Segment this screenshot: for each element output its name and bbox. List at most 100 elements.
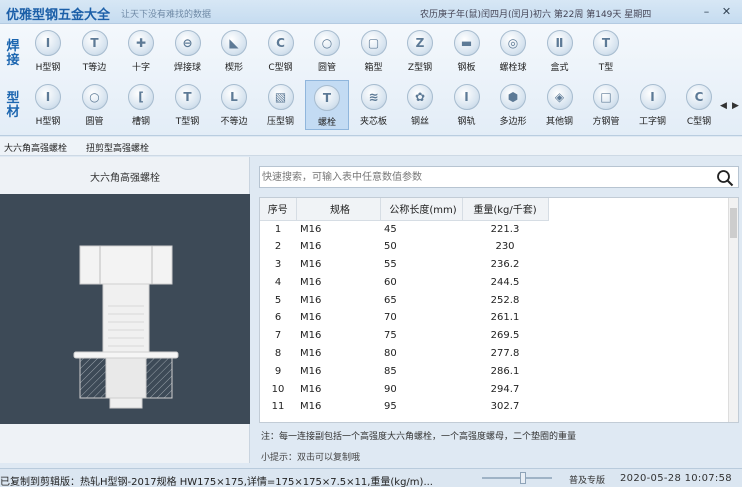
cell-length[interactable]: 45 [380,220,462,238]
cell-index[interactable]: 9 [260,362,296,380]
cell-weight[interactable]: 244.5 [462,273,548,291]
tool-label: T型 [598,63,614,73]
tool-row2-1[interactable]: ○ 圆管 [73,80,117,130]
cell-length[interactable]: 70 [380,309,462,327]
cell-length[interactable]: 85 [380,362,462,380]
cell-index[interactable]: 5 [260,291,296,309]
cell-spec[interactable]: M16 [296,362,380,380]
cell-spec[interactable]: M16 [296,327,380,345]
tool-row1-2[interactable]: ✚ 十字 [119,26,163,76]
cell-weight[interactable]: 277.8 [462,345,548,363]
cell-weight[interactable]: 230 [462,238,548,256]
cell-length[interactable]: 60 [380,273,462,291]
table-row[interactable]: 9 M16 85 286.1 [260,362,548,380]
col-header-spec[interactable]: 规格 [296,198,381,221]
tool-row1-9[interactable]: ▬ 钢板 [445,26,489,76]
tool-row1-4[interactable]: ◣ 楔形 [212,26,256,76]
cell-spec[interactable]: M16 [296,291,380,309]
tool-row2-12[interactable]: □ 方钢管 [584,80,628,130]
cell-length[interactable]: 65 [380,291,462,309]
cell-length[interactable]: 95 [380,398,462,416]
cell-spec[interactable]: M16 [296,398,380,416]
table-row[interactable]: 10 M16 90 294.7 [260,380,548,398]
slider-handle[interactable] [520,472,526,484]
tool-row2-8[interactable]: ✿ 钢丝 [398,80,442,130]
cell-spec[interactable]: M16 [296,256,380,274]
cell-index[interactable]: 11 [260,398,296,416]
tool-row1-6[interactable]: ○ 圆管 [305,26,349,76]
table-row[interactable]: 6 M16 70 261.1 [260,309,548,327]
tool-row1-3[interactable]: ⊖ 焊接球 [166,26,210,76]
cell-length[interactable]: 90 [380,380,462,398]
table-row[interactable]: 3 M16 55 236.2 [260,256,548,274]
cell-index[interactable]: 10 [260,380,296,398]
cell-weight[interactable]: 302.7 [462,398,548,416]
cell-index[interactable]: 1 [260,220,296,238]
table-row[interactable]: 8 M16 80 277.8 [260,345,548,363]
tool-row1-12[interactable]: T T型 [584,26,628,76]
tool-row1-8[interactable]: Z Z型钢 [398,26,442,76]
cell-weight[interactable]: 294.7 [462,380,548,398]
search-icon[interactable] [716,169,734,187]
table-scrollbar[interactable] [728,198,738,422]
table-row[interactable]: 4 M16 60 244.5 [260,273,548,291]
tab-large-hex-bolt[interactable]: 大六角高强螺栓 [4,141,67,154]
cell-weight[interactable]: 236.2 [462,256,548,274]
minimize-button[interactable]: – [699,4,714,19]
tool-row2-14[interactable]: C C型钢 [677,80,721,130]
col-header-index[interactable]: 序号 [260,198,297,221]
tool-row2-2[interactable]: [槽钢 [119,80,163,130]
cell-index[interactable]: 3 [260,256,296,274]
cell-spec[interactable]: M16 [296,309,380,327]
cell-weight[interactable]: 261.1 [462,309,548,327]
cell-spec[interactable]: M16 [296,273,380,291]
cell-length[interactable]: 50 [380,238,462,256]
cell-index[interactable]: 8 [260,345,296,363]
search-input[interactable] [262,169,702,185]
cell-weight[interactable]: 269.5 [462,327,548,345]
cell-index[interactable]: 6 [260,309,296,327]
cell-length[interactable]: 80 [380,345,462,363]
table-row[interactable]: 7 M16 75 269.5 [260,327,548,345]
tool-row1-5[interactable]: C C型钢 [259,26,303,76]
tool-row2-9[interactable]: I 钢轨 [445,80,489,130]
table-row[interactable]: 11 M16 95 302.7 [260,398,548,416]
cell-index[interactable]: 7 [260,327,296,345]
tool-row1-0[interactable]: I H型钢 [26,26,70,76]
cell-spec[interactable]: M16 [296,345,380,363]
tool-row2-3[interactable]: T T型钢 [166,80,210,130]
tool-row2-6[interactable]: T 螺栓 [305,80,349,130]
tool-row1-1[interactable]: T T等边 [73,26,117,76]
cell-length[interactable]: 75 [380,327,462,345]
cell-index[interactable]: 2 [260,238,296,256]
cell-index[interactable]: 4 [260,273,296,291]
table-row[interactable]: 5 M16 65 252.8 [260,291,548,309]
col-header-length[interactable]: 公称长度(mm) [380,198,463,221]
scrollbar-thumb[interactable] [730,208,737,238]
tool-row2-0[interactable]: I H型钢 [26,80,70,130]
close-button[interactable]: ✕ [719,4,734,19]
tool-row1-10[interactable]: ◎ 螺栓球 [491,26,535,76]
tool-row2-5[interactable]: ▧ 压型钢 [259,80,303,130]
tool-row1-7[interactable]: ▢ 箱型 [352,26,396,76]
tool-row2-11[interactable]: ◈ 其他钢 [538,80,582,130]
table-row[interactable]: 1 M16 45 221.3 [260,220,548,238]
col-header-weight[interactable]: 重量(kg/千套) [462,198,549,221]
tool-row1-11[interactable]: Ⅱ 盒式 [538,26,582,76]
cell-length[interactable]: 55 [380,256,462,274]
tool-row2-4[interactable]: L 不等边 [212,80,256,130]
cell-weight[interactable]: 286.1 [462,362,548,380]
tab-torshear-bolt[interactable]: 扭剪型高强螺栓 [86,141,149,154]
tool-row2-7[interactable]: ≋ 夹芯板 [352,80,396,130]
cell-spec[interactable]: M16 [296,238,380,256]
tool-row2-13[interactable]: I 工字钢 [631,80,675,130]
cell-weight[interactable]: 252.8 [462,291,548,309]
tool-row2-10[interactable]: ⬢ 多边形 [491,80,535,130]
scroll-right-icon[interactable]: ▶ [732,101,739,111]
scroll-left-icon[interactable]: ◀ [720,101,727,111]
cell-spec[interactable]: M16 [296,220,380,238]
opacity-slider[interactable] [482,472,552,484]
table-row[interactable]: 2 M16 50 230 [260,238,548,256]
cell-spec[interactable]: M16 [296,380,380,398]
cell-weight[interactable]: 221.3 [462,220,548,238]
